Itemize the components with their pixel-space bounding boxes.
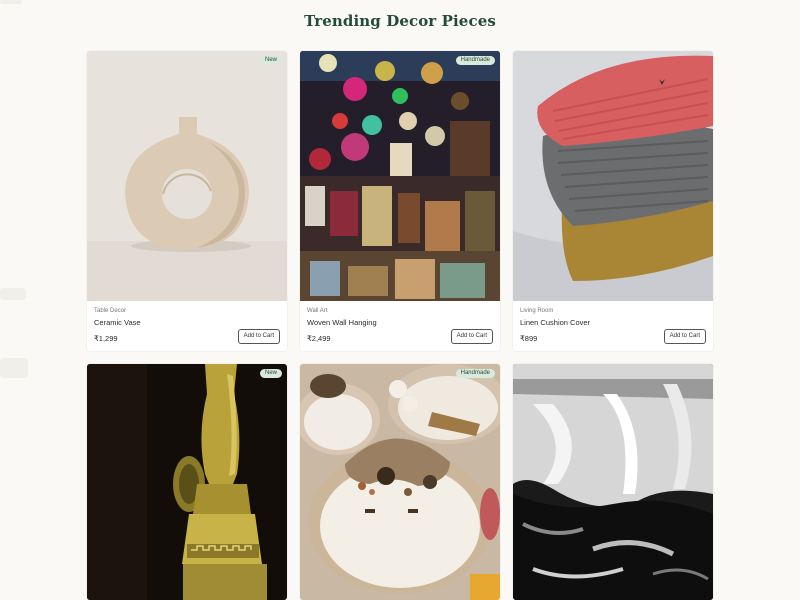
- abstract-painting-photo[interactable]: [513, 364, 713, 600]
- section-title: Trending Decor Pieces: [304, 12, 496, 30]
- brass-lamp-photo[interactable]: New: [87, 364, 287, 600]
- product-card-brass-lamp[interactable]: New: [87, 364, 287, 600]
- product-price: ₹2,499: [307, 334, 331, 343]
- partial-element-left: [0, 288, 26, 300]
- product-category: Table Decor: [94, 308, 127, 314]
- product-card-ceramic-vase[interactable]: New Table Decor Ceramic Vase ₹1,299 Add …: [87, 51, 287, 351]
- page: Trending Decor Pieces New Table Decor Ce…: [0, 0, 800, 600]
- product-category: Living Room: [520, 308, 554, 314]
- ceramic-vase-image: [87, 51, 287, 301]
- product-card-candle-bowls[interactable]: Handmade: [300, 364, 500, 600]
- product-card-woven-wall-hanging[interactable]: Handmade Wall Art Woven Wall Hanging ₹2,…: [300, 51, 500, 351]
- product-title[interactable]: Ceramic Vase: [94, 318, 141, 327]
- badge-handmade: Handmade: [455, 56, 495, 65]
- product-category: Wall Art: [307, 308, 328, 314]
- product-card-linen-cushion-cover[interactable]: Living Room Linen Cushion Cover ₹899 Add…: [513, 51, 713, 351]
- market-stall-photo[interactable]: Handmade: [300, 51, 500, 301]
- add-to-cart-button[interactable]: Add to Cart: [450, 329, 493, 344]
- badge-handmade: Handmade: [455, 369, 495, 378]
- product-grid: New Table Decor Ceramic Vase ₹1,299 Add …: [87, 51, 714, 600]
- product-card-abstract-painting[interactable]: [513, 364, 713, 600]
- product-info: Living Room Linen Cushion Cover ₹899 Add…: [513, 301, 713, 351]
- knitted-cushions-image: [513, 51, 713, 301]
- partial-element-left: [0, 0, 22, 4]
- brass-lamp-image: [87, 364, 287, 600]
- candle-bowls-photo[interactable]: Handmade: [300, 364, 500, 600]
- knitted-cushions-photo[interactable]: [513, 51, 713, 301]
- product-info: Wall Art Woven Wall Hanging ₹2,499 Add t…: [300, 301, 500, 351]
- product-title[interactable]: Linen Cushion Cover: [520, 318, 590, 327]
- product-price: ₹899: [520, 334, 538, 343]
- market-stall-image: [300, 51, 500, 301]
- add-to-cart-button[interactable]: Add to Cart: [663, 329, 706, 344]
- product-title[interactable]: Woven Wall Hanging: [307, 318, 377, 327]
- candle-bowls-image: [300, 364, 500, 600]
- partial-element-left: [0, 358, 28, 378]
- product-info: Table Decor Ceramic Vase ₹1,299 Add to C…: [87, 301, 287, 351]
- abstract-painting-image: [513, 364, 713, 600]
- badge-new: New: [259, 56, 282, 65]
- product-price: ₹1,299: [94, 334, 118, 343]
- add-to-cart-button[interactable]: Add to Cart: [237, 329, 280, 344]
- ceramic-vase-photo[interactable]: New: [87, 51, 287, 301]
- badge-new: New: [259, 369, 282, 378]
